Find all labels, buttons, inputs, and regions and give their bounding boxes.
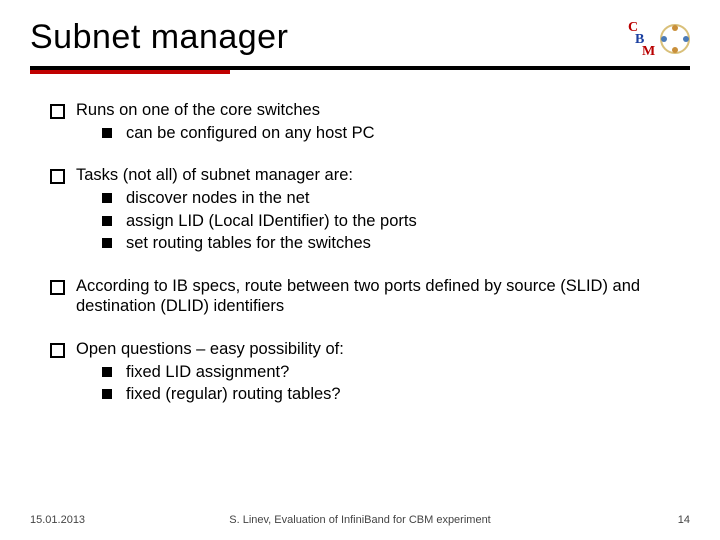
- sub-bullet-text: discover nodes in the net: [126, 189, 309, 207]
- footer-page-number: 14: [678, 514, 690, 526]
- sub-bullet-item: assign LID (Local IDentifier) to the por…: [102, 211, 690, 232]
- sub-bullet-item: can be configured on any host PC: [102, 123, 690, 144]
- bullet-item: Tasks (not all) of subnet manager are: d…: [50, 165, 690, 254]
- bullet-text: Tasks (not all) of subnet manager are:: [76, 166, 353, 184]
- sub-bullet-text: assign LID (Local IDentifier) to the por…: [126, 212, 417, 230]
- footer-date: 15.01.2013: [30, 514, 85, 526]
- sub-bullet-text: set routing tables for the switches: [126, 234, 371, 252]
- sub-bullet-text: fixed (regular) routing tables?: [126, 385, 341, 403]
- logo-text: C B M: [628, 22, 655, 58]
- bullet-text: Runs on one of the core switches: [76, 101, 320, 119]
- cbm-logo: C B M: [628, 22, 690, 58]
- title-row: Subnet manager C B M: [30, 18, 690, 58]
- sub-bullet-list: fixed LID assignment? fixed (regular) ro…: [102, 362, 690, 405]
- sub-bullet-list: can be configured on any host PC: [102, 123, 690, 144]
- footer: 15.01.2013 S. Linev, Evaluation of Infin…: [0, 514, 720, 526]
- sub-bullet-list: discover nodes in the net assign LID (Lo…: [102, 188, 690, 254]
- logo-ring-icon: [660, 24, 690, 54]
- sub-bullet-item: fixed (regular) routing tables?: [102, 384, 690, 405]
- slide: Subnet manager C B M Runs on one of the …: [0, 0, 720, 540]
- sub-bullet-item: discover nodes in the net: [102, 188, 690, 209]
- bullet-list: Runs on one of the core switches can be …: [50, 100, 690, 405]
- sub-bullet-item: fixed LID assignment?: [102, 362, 690, 383]
- title-underline: [30, 66, 690, 70]
- slide-title: Subnet manager: [30, 18, 288, 57]
- footer-center: S. Linev, Evaluation of InfiniBand for C…: [229, 514, 491, 526]
- bullet-item: Runs on one of the core switches can be …: [50, 100, 690, 143]
- bullet-text: According to IB specs, route between two…: [76, 277, 640, 316]
- sub-bullet-text: fixed LID assignment?: [126, 363, 289, 381]
- sub-bullet-item: set routing tables for the switches: [102, 233, 690, 254]
- content-area: Runs on one of the core switches can be …: [30, 100, 690, 405]
- sub-bullet-text: can be configured on any host PC: [126, 124, 375, 142]
- logo-letter-m: M: [642, 44, 655, 59]
- bullet-item: According to IB specs, route between two…: [50, 276, 690, 317]
- bullet-text: Open questions – easy possibility of:: [76, 340, 344, 358]
- bullet-item: Open questions – easy possibility of: fi…: [50, 339, 690, 405]
